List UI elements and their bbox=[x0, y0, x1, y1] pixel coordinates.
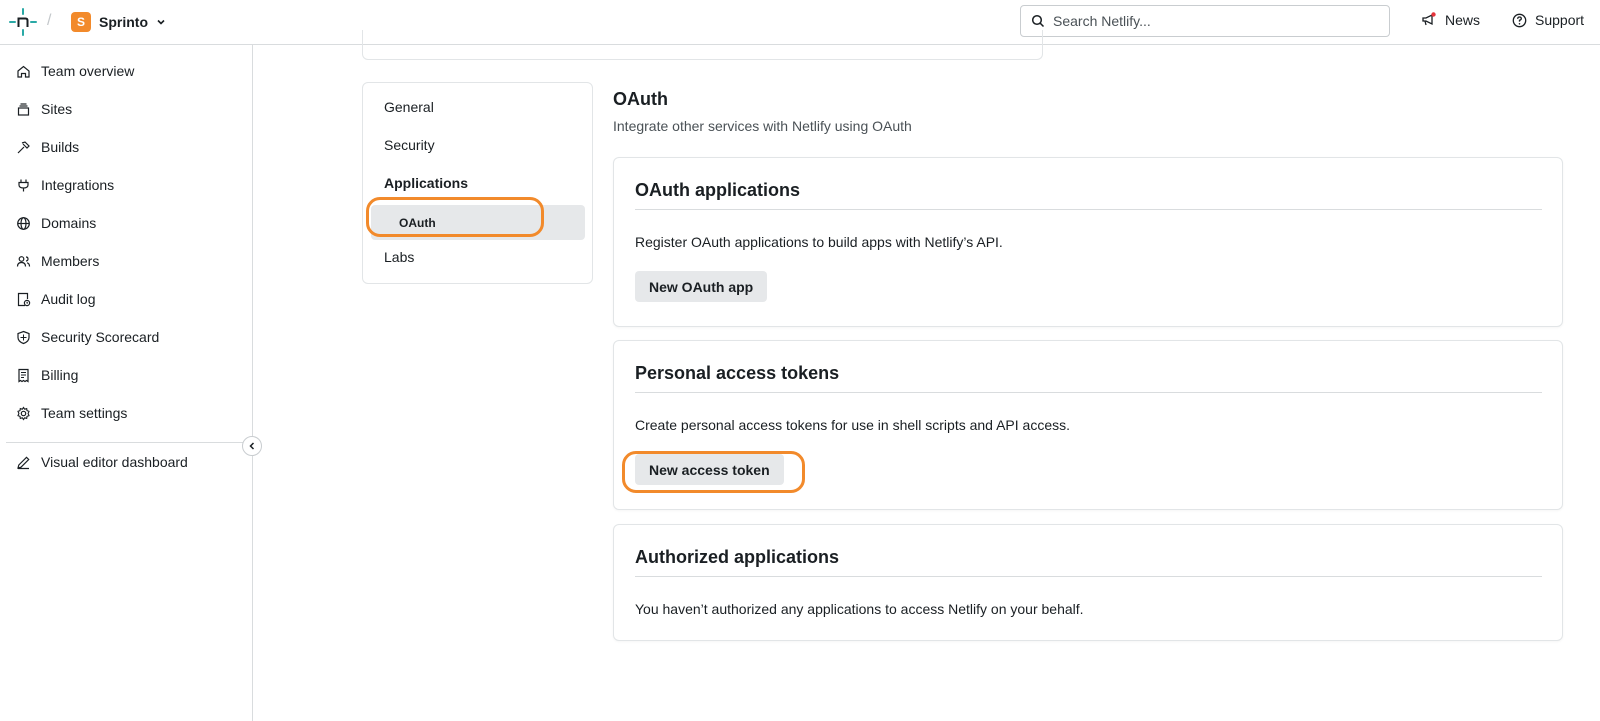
settings-subnav: General Security Applications OAuth Labs bbox=[362, 82, 593, 284]
chevron-down-icon bbox=[157, 19, 165, 25]
sidebar-item-visual-editor-dashboard[interactable]: Visual editor dashboard bbox=[16, 450, 188, 474]
chevron-left-icon bbox=[249, 442, 255, 450]
users-icon bbox=[16, 255, 31, 267]
news-link[interactable]: News bbox=[1421, 12, 1480, 28]
help-circle-icon bbox=[1512, 13, 1527, 27]
sidebar-item-label: Builds bbox=[41, 139, 80, 155]
previous-card-edge bbox=[362, 30, 1043, 60]
subnav-item-applications[interactable]: Applications bbox=[384, 175, 468, 191]
card-title: OAuth applications bbox=[635, 180, 801, 200]
sidebar-item-billing[interactable]: Billing bbox=[16, 363, 78, 387]
sites-icon bbox=[17, 102, 30, 116]
team-avatar: S bbox=[71, 12, 91, 32]
team-switcher[interactable]: S Sprinto bbox=[71, 10, 166, 34]
oauth-applications-card: OAuth applications Register OAuth applic… bbox=[613, 157, 1563, 327]
sidebar-item-label: Team overview bbox=[41, 63, 135, 79]
team-name: Sprinto bbox=[99, 14, 148, 30]
hammer-icon bbox=[17, 140, 30, 153]
sidebar-item-label: Visual editor dashboard bbox=[41, 454, 188, 470]
gear-icon bbox=[17, 406, 30, 420]
globe-icon bbox=[17, 216, 30, 230]
sidebar: Team overview Sites Builds Integrations … bbox=[0, 45, 262, 721]
sidebar-item-team-overview[interactable]: Team overview bbox=[16, 59, 134, 83]
sidebar-item-team-settings[interactable]: Team settings bbox=[16, 401, 127, 425]
sidebar-item-label: Audit log bbox=[41, 291, 96, 307]
shield-icon bbox=[17, 330, 30, 344]
receipt-icon bbox=[18, 368, 29, 383]
search-box[interactable] bbox=[1020, 5, 1390, 37]
sidebar-item-builds[interactable]: Builds bbox=[16, 135, 79, 159]
sidebar-item-members[interactable]: Members bbox=[16, 249, 99, 273]
sidebar-divider bbox=[6, 442, 252, 443]
card-description: Register OAuth applications to build app… bbox=[635, 234, 1003, 250]
card-divider bbox=[635, 576, 1542, 577]
personal-access-tokens-card: Personal access tokens Create personal a… bbox=[613, 340, 1563, 510]
subnav-item-labs[interactable]: Labs bbox=[384, 249, 414, 265]
page-title: OAuth bbox=[613, 89, 668, 109]
home-icon bbox=[17, 65, 30, 78]
page-subtitle: Integrate other services with Netlify us… bbox=[613, 118, 912, 134]
card-description: You haven’t authorized any applications … bbox=[635, 601, 1084, 617]
audit-log-icon bbox=[17, 292, 31, 306]
search-icon bbox=[1031, 14, 1045, 28]
subnav-item-general[interactable]: General bbox=[384, 99, 434, 115]
breadcrumb-separator: / bbox=[47, 12, 52, 29]
authorized-applications-card: Authorized applications You haven’t auth… bbox=[613, 524, 1563, 641]
sidebar-item-sites[interactable]: Sites bbox=[16, 97, 72, 121]
sidebar-item-label: Team settings bbox=[41, 405, 128, 421]
support-label: Support bbox=[1535, 12, 1585, 28]
subnav-item-security[interactable]: Security bbox=[384, 137, 435, 153]
news-label: News bbox=[1445, 12, 1481, 28]
search-input[interactable] bbox=[1053, 13, 1373, 29]
card-title: Personal access tokens bbox=[635, 363, 840, 383]
collapse-sidebar-button[interactable] bbox=[242, 436, 262, 456]
megaphone-icon bbox=[1422, 12, 1436, 26]
card-divider bbox=[635, 209, 1542, 210]
subnav-item-oauth[interactable]: OAuth bbox=[399, 216, 436, 230]
card-title: Authorized applications bbox=[635, 547, 840, 567]
card-divider bbox=[635, 392, 1542, 393]
sidebar-item-domains[interactable]: Domains bbox=[16, 211, 96, 235]
sidebar-item-label: Security Scorecard bbox=[41, 329, 160, 345]
plug-icon bbox=[18, 179, 29, 191]
sidebar-item-label: Integrations bbox=[41, 177, 115, 193]
sidebar-item-label: Members bbox=[41, 253, 100, 269]
sidebar-item-label: Domains bbox=[41, 215, 97, 231]
support-link[interactable]: Support bbox=[1512, 12, 1584, 28]
netlify-logo-icon[interactable] bbox=[9, 8, 37, 36]
sidebar-item-audit-log[interactable]: Audit log bbox=[16, 287, 95, 311]
pencil-icon bbox=[17, 455, 30, 469]
new-access-token-button[interactable]: New access token bbox=[635, 454, 784, 485]
sidebar-item-integrations[interactable]: Integrations bbox=[16, 173, 114, 197]
sidebar-item-security-scorecard[interactable]: Security Scorecard bbox=[16, 325, 159, 349]
card-description: Create personal access tokens for use in… bbox=[635, 417, 1070, 433]
new-oauth-app-button[interactable]: New OAuth app bbox=[635, 271, 768, 302]
sidebar-item-label: Billing bbox=[41, 367, 79, 383]
sidebar-item-label: Sites bbox=[41, 101, 73, 117]
